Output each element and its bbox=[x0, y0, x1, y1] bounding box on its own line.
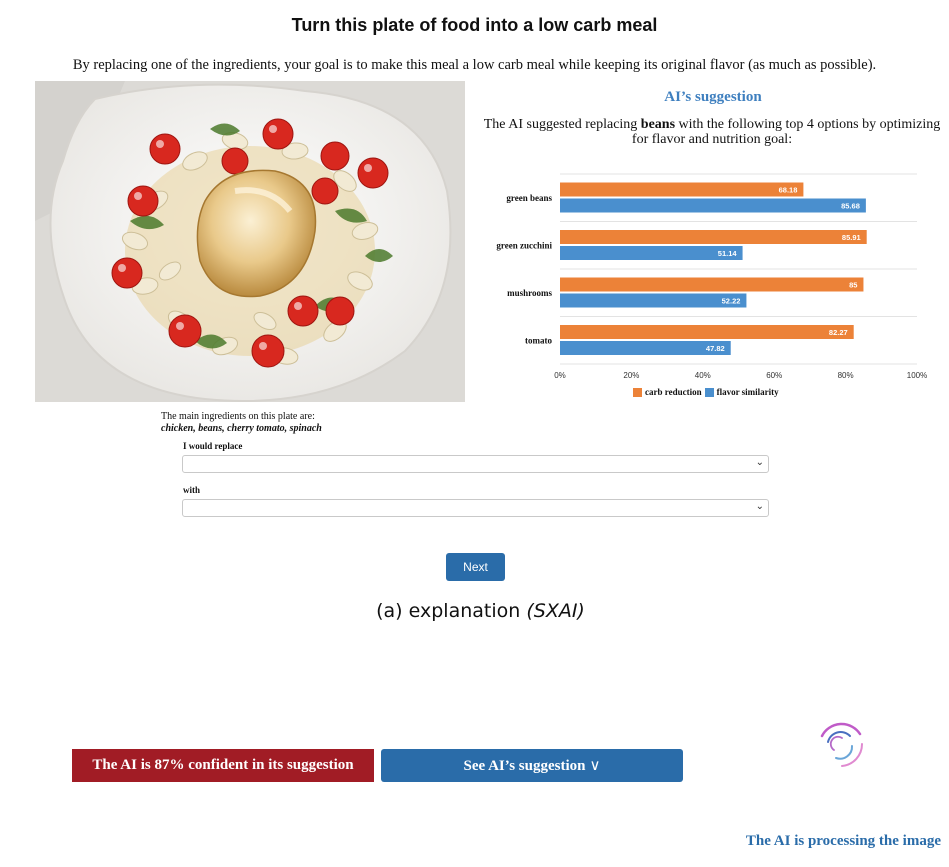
see-suggestion-button[interactable]: See AI’s suggestion ∨ bbox=[381, 749, 683, 782]
caption-text: (a) explanation bbox=[376, 600, 527, 622]
chart-bar bbox=[560, 182, 804, 197]
task-instructions: By replacing one of the ingredients, you… bbox=[72, 57, 877, 73]
suggestion-bar-chart: green beans 68.18 85.68 green zucchini 85.91… bbox=[496, 173, 927, 380]
bar-value-label: 85 bbox=[849, 281, 857, 290]
figure-caption: (a) explanation (SXAI) bbox=[0, 600, 949, 622]
bar-value-label: 52.22 bbox=[722, 297, 741, 306]
x-tick-label: 40% bbox=[695, 371, 711, 380]
legend-swatch-carb bbox=[633, 387, 642, 397]
legend-label-carb: carb reduction bbox=[645, 387, 702, 397]
legend-item-flavor: flavor similarity bbox=[704, 387, 779, 397]
ingredients-info: The main ingredients on this plate are: … bbox=[161, 411, 322, 435]
legend-item-carb: carb reduction bbox=[633, 387, 702, 397]
bar-value-label: 82.27 bbox=[829, 328, 848, 337]
bar-value-label: 51.14 bbox=[718, 249, 738, 258]
chevron-down-icon: ⌄ bbox=[755, 501, 764, 512]
with-label: with bbox=[183, 485, 201, 495]
ingredients-intro: The main ingredients on this plate are: bbox=[161, 411, 315, 422]
x-tick-label: 60% bbox=[766, 371, 782, 380]
suggestion-text-after: with the following top 4 options by opti… bbox=[631, 117, 941, 147]
next-button[interactable]: Next bbox=[446, 553, 505, 581]
suggestion-text-before: The AI suggested replacing bbox=[483, 117, 641, 132]
x-tick-label: 20% bbox=[623, 371, 639, 380]
category-label: green zucchini bbox=[496, 240, 552, 250]
x-tick-label: 0% bbox=[554, 371, 566, 380]
confidence-banner: The AI is 87% confident in its suggestio… bbox=[72, 749, 374, 782]
chart-bar bbox=[560, 277, 864, 292]
suggestion-ingredient: beans bbox=[640, 117, 676, 132]
x-tick-label: 100% bbox=[907, 371, 927, 380]
chevron-down-icon: ⌄ bbox=[755, 457, 764, 468]
chart-bar bbox=[560, 246, 743, 260]
replace-label: I would replace bbox=[183, 441, 243, 451]
food-photo bbox=[35, 81, 465, 402]
loading-spinner-icon bbox=[820, 722, 864, 767]
page-title: Turn this plate of food into a low carb … bbox=[291, 15, 658, 35]
suggestion-text: The AI suggested replacing beans with th… bbox=[482, 117, 942, 147]
x-tick-label: 80% bbox=[838, 371, 854, 380]
with-select[interactable]: ⌄ bbox=[182, 499, 769, 517]
bar-value-label: 68.18 bbox=[779, 186, 798, 195]
category-label: tomato bbox=[525, 335, 552, 345]
chart-bar bbox=[560, 293, 747, 308]
category-label: green beans bbox=[506, 193, 552, 203]
chevron-down-icon: ∨ bbox=[589, 756, 601, 774]
bar-value-label: 85.91 bbox=[842, 233, 861, 242]
caption-emphasis: (SXAI) bbox=[526, 600, 585, 622]
chart-legend: carb reduction flavor similarity bbox=[633, 387, 782, 397]
replace-select[interactable]: ⌄ bbox=[182, 455, 769, 473]
ingredients-list: chicken, beans, cherry tomato, spinach bbox=[161, 423, 322, 434]
chart-bar bbox=[560, 325, 854, 339]
bar-value-label: 47.82 bbox=[706, 344, 725, 353]
legend-label-flavor: flavor similarity bbox=[716, 387, 779, 397]
bar-value-label: 85.68 bbox=[841, 202, 860, 211]
suggestion-heading: AI’s suggestion bbox=[664, 89, 762, 105]
category-label: mushrooms bbox=[507, 288, 552, 298]
see-suggestion-label: See AI’s suggestion bbox=[463, 758, 586, 774]
chart-bar bbox=[560, 230, 867, 244]
legend-swatch-flavor bbox=[704, 387, 714, 397]
processing-status: The AI is processing the image bbox=[745, 833, 941, 849]
chart-bar bbox=[560, 198, 866, 213]
